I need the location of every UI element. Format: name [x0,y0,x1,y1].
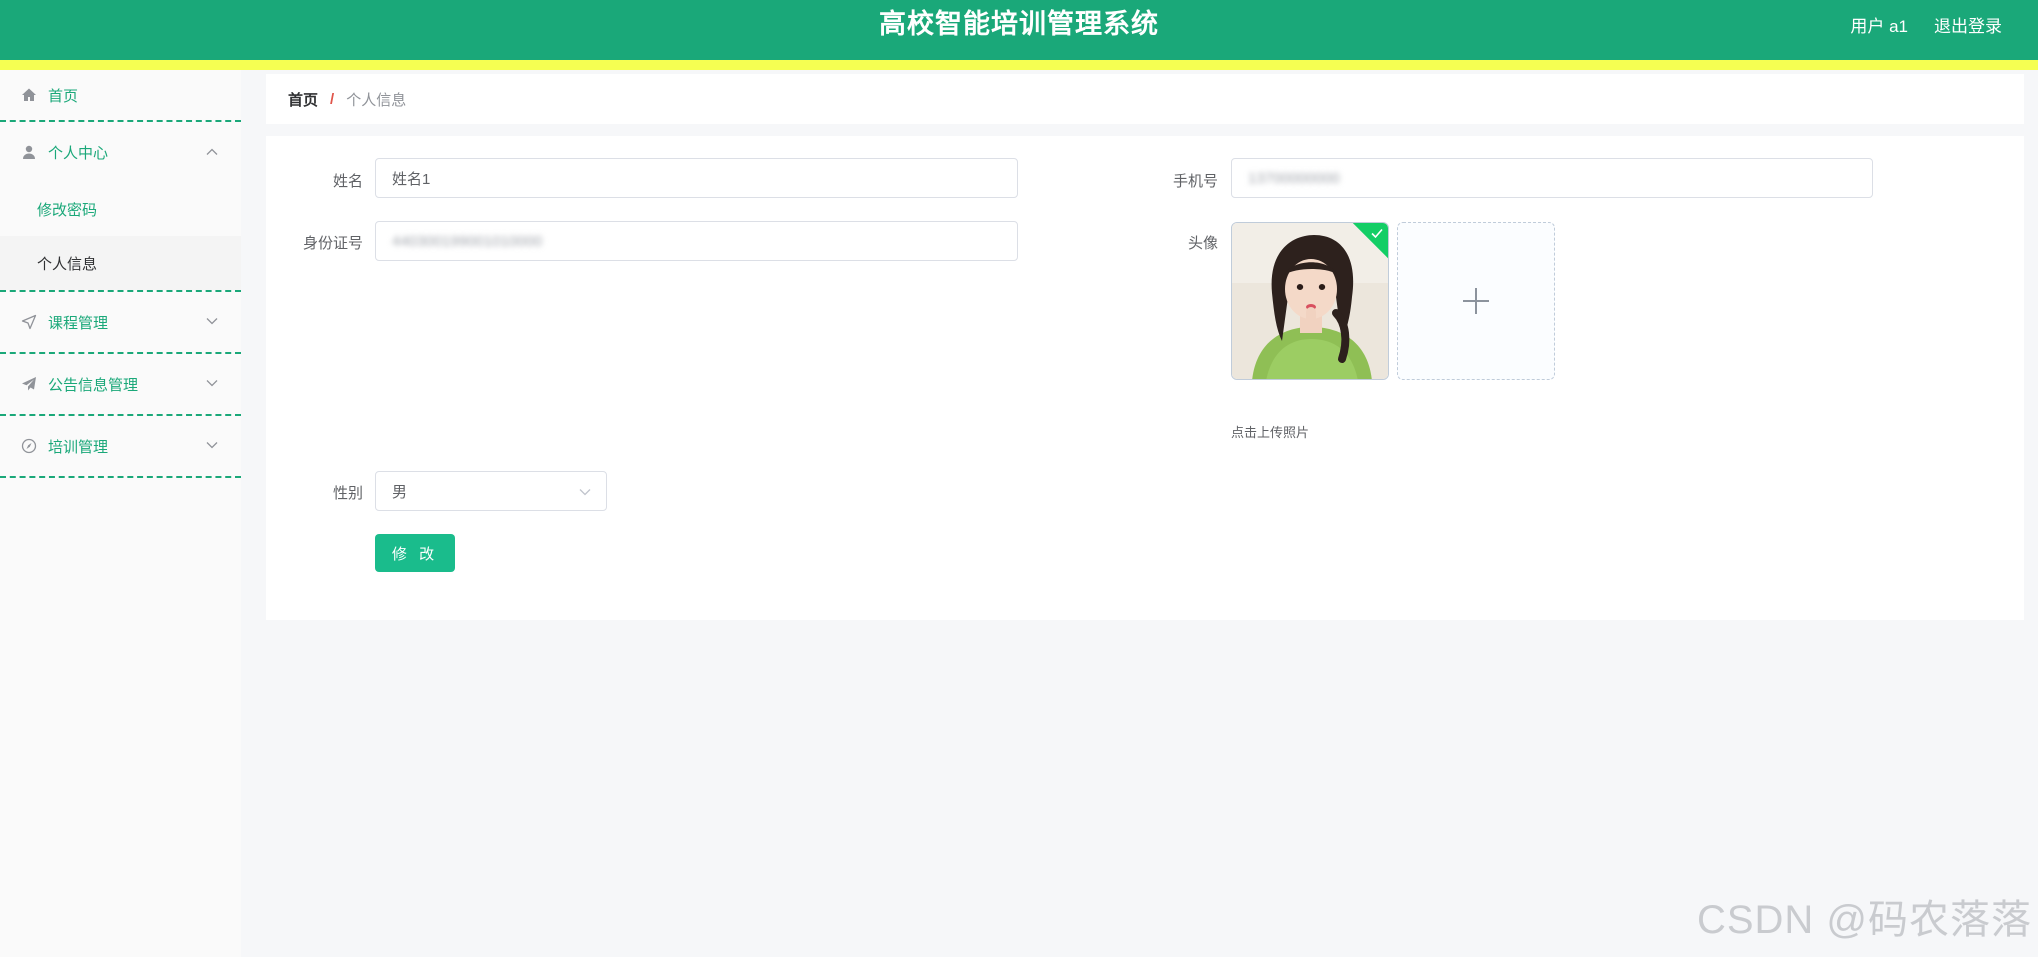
avatar-upload-button[interactable] [1397,222,1555,380]
id-card-label: 身份证号 [302,235,363,252]
phone-input[interactable]: 13700000000 [1231,158,1873,198]
chevron-down-icon [579,489,591,496]
header-stripe [0,60,2038,70]
sidebar-item-notice-management[interactable]: 公告信息管理 [0,354,241,416]
chevron-down-icon [206,442,218,449]
breadcrumb-home[interactable]: 首页 [288,89,318,110]
app-title: 高校智能培训管理系统 [879,9,1159,39]
sidebar-item-personal-info[interactable]: 个人信息 [0,236,241,290]
breadcrumb: 首页 / 个人信息 [266,74,2024,124]
send-icon [20,375,38,393]
sidebar-item-label: 培训管理 [48,438,109,456]
name-label: 姓名 [332,173,363,190]
sidebar-item-course-management[interactable]: 课程管理 [0,292,241,354]
phone-value: 13700000000 [1248,169,1340,187]
gender-value: 男 [392,483,408,501]
avatar-image[interactable] [1231,222,1389,380]
chevron-down-icon [206,380,218,387]
gender-label: 性别 [332,485,363,502]
upload-tip: 点击上传照片 [1231,425,1310,440]
name-input[interactable]: 姓名1 [375,158,1018,198]
avatar-photo [1232,223,1388,379]
sidebar-item-label: 个人中心 [48,144,109,162]
avatar-label: 头像 [1187,235,1218,252]
sidebar-item-label: 课程管理 [48,314,109,332]
breadcrumb-separator: / [330,90,335,108]
sidebar-item-training-management[interactable]: 培训管理 [0,416,241,478]
check-icon [1371,228,1383,239]
logout-button[interactable]: 退出登录 [1934,12,2002,37]
user-area: 用户 a1 退出登录 [1850,0,2002,48]
chevron-down-icon [206,318,218,325]
chevron-up-icon [206,148,218,155]
name-value: 姓名1 [392,170,431,188]
breadcrumb-current: 个人信息 [346,91,407,109]
current-user: 用户 a1 [1850,16,1908,36]
sidebar-item-change-password[interactable]: 修改密码 [0,182,241,236]
gender-select[interactable]: 男 [375,471,607,511]
id-card-input[interactable]: 440300199001010000 [375,221,1018,261]
compass-icon [20,437,38,455]
sidebar-item-home[interactable]: 首页 [0,70,241,122]
plus-icon [1463,288,1489,314]
sidebar-group-personal: 个人中心 修改密码 个人信息 [0,122,241,292]
home-icon [20,86,38,104]
sidebar-item-personal-center[interactable]: 个人中心 [0,122,241,182]
sidebar: 首页 个人中心 修改密码 个人信息 课程管理 公告信息管理 培训管理 [0,70,241,957]
personal-info-panel [266,136,2024,620]
sidebar-item-label: 首页 [48,87,79,105]
watermark: CSDN @码农落落 [1696,898,2032,942]
id-card-value: 440300199001010000 [392,232,543,250]
submit-button[interactable]: 修 改 [375,534,455,572]
navigation-icon [20,313,38,331]
phone-label: 手机号 [1172,173,1218,190]
sidebar-item-label: 公告信息管理 [48,376,139,394]
user-icon [20,143,38,161]
top-header: 高校智能培训管理系统 用户 a1 退出登录 [0,0,2038,60]
